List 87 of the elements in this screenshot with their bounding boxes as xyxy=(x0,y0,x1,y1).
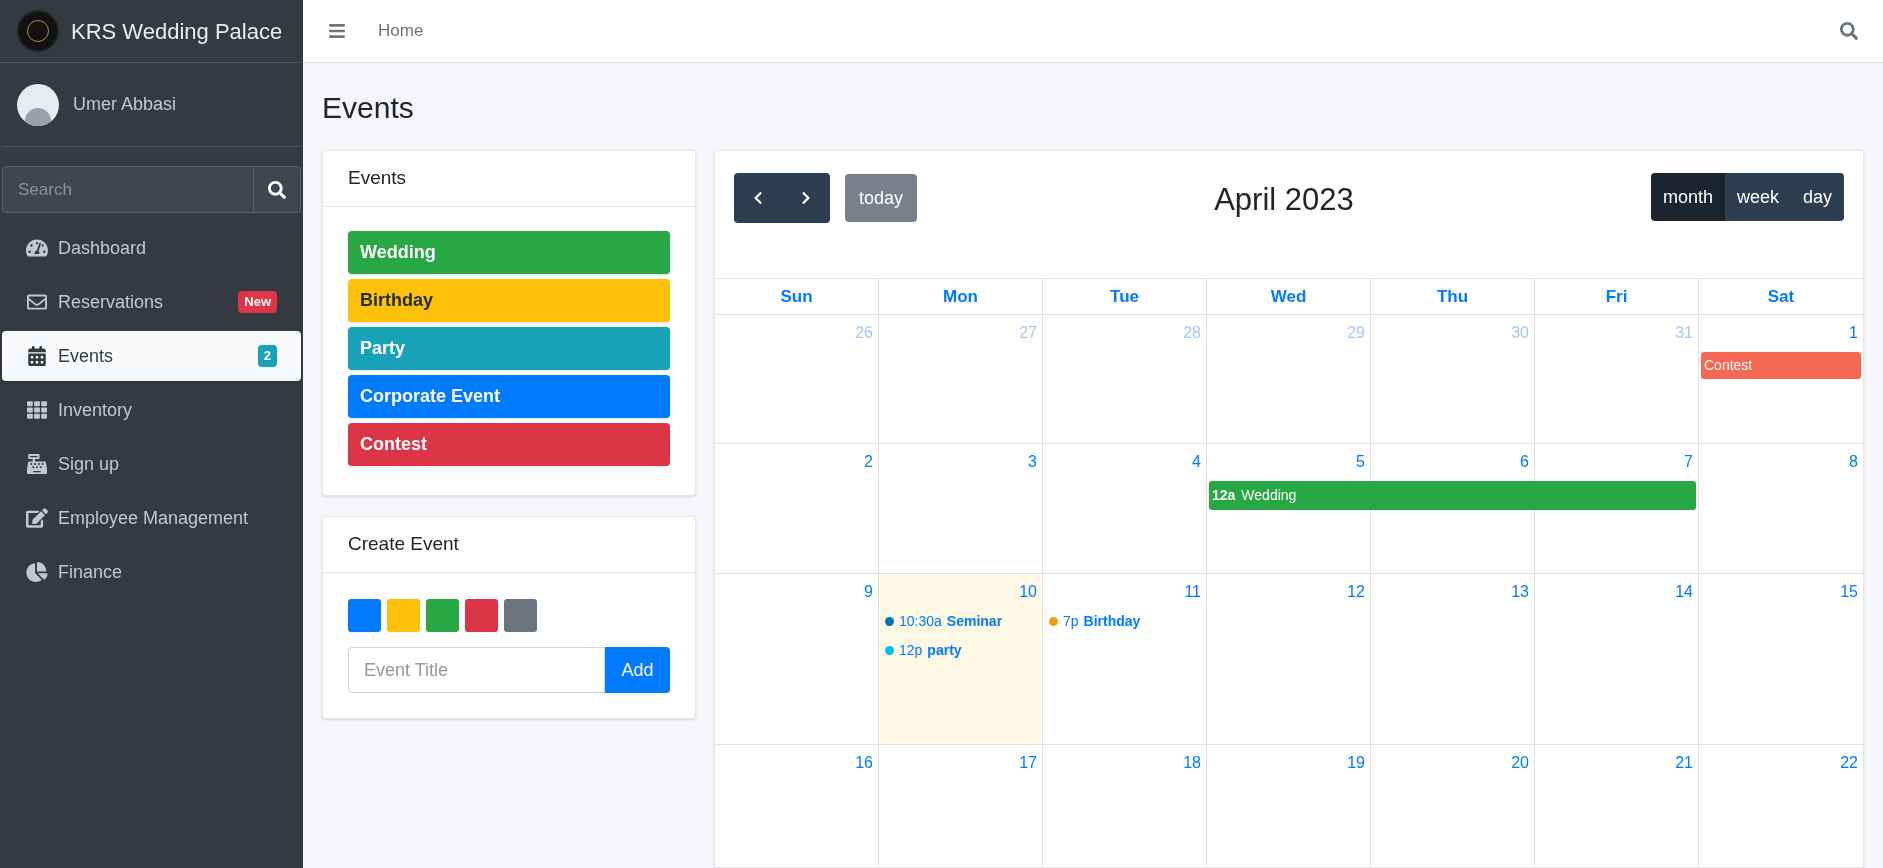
weekday-header: Fri xyxy=(1605,285,1628,308)
day-number[interactable]: 12 xyxy=(1347,580,1365,604)
color-swatch[interactable] xyxy=(465,599,498,632)
today-button[interactable]: today xyxy=(845,174,918,222)
search-icon xyxy=(268,180,286,199)
event-time: 12a xyxy=(1212,486,1236,505)
day-number[interactable]: 21 xyxy=(1675,751,1693,775)
day-number[interactable]: 20 xyxy=(1511,751,1529,775)
color-swatch[interactable] xyxy=(387,599,420,632)
nav-item[interactable]: Reservations New xyxy=(2,277,301,327)
brand-title[interactable]: KRS Wedding Palace xyxy=(71,14,283,48)
day-number[interactable]: 4 xyxy=(1192,450,1201,474)
draggable-event[interactable]: Contest xyxy=(348,423,670,466)
pie-chart-icon xyxy=(26,562,48,582)
weekday-header: Wed xyxy=(1270,285,1307,308)
draggable-event[interactable]: Birthday xyxy=(348,279,670,322)
day-number[interactable]: 15 xyxy=(1840,580,1858,604)
day-number[interactable]: 13 xyxy=(1511,580,1529,604)
calendar-event[interactable]: 12a Wedding xyxy=(1209,481,1696,510)
color-swatch[interactable] xyxy=(426,599,459,632)
envelope-icon xyxy=(26,292,48,312)
weekday-header: Tue xyxy=(1110,285,1139,308)
nav-badge: New xyxy=(238,291,277,313)
draggable-event[interactable]: Wedding xyxy=(348,231,670,274)
event-time: 10:30a xyxy=(899,612,942,631)
day-number[interactable]: 11 xyxy=(1184,580,1201,604)
day-number[interactable]: 8 xyxy=(1849,450,1858,474)
view-tab[interactable]: week xyxy=(1724,173,1791,221)
calendar-title: April 2023 xyxy=(1213,181,1355,219)
nav-item[interactable]: Dashboard xyxy=(2,223,301,273)
day-number[interactable]: 22 xyxy=(1840,751,1858,775)
previous-button[interactable] xyxy=(734,173,782,223)
nav-item[interactable]: Finance xyxy=(2,547,301,597)
search-button[interactable] xyxy=(254,166,301,213)
weekday-header: Sat xyxy=(1767,285,1795,308)
draggable-event[interactable]: Party xyxy=(348,327,670,370)
day-number[interactable]: 1 xyxy=(1849,321,1858,345)
next-button[interactable] xyxy=(782,173,830,223)
page-title: Events xyxy=(322,90,415,126)
calendar-icon xyxy=(26,346,48,366)
calendar-event[interactable]: Contest xyxy=(1701,352,1861,379)
nav-item[interactable]: Sign up xyxy=(2,439,301,489)
day-number[interactable]: 16 xyxy=(855,751,873,775)
add-button[interactable]: Add xyxy=(605,647,670,693)
logo-icon xyxy=(17,10,59,52)
view-tab[interactable]: day xyxy=(1790,173,1844,221)
day-number[interactable]: 3 xyxy=(1028,450,1037,474)
day-number[interactable]: 17 xyxy=(1019,751,1037,775)
search-field[interactable]: Search xyxy=(2,166,254,213)
edit-icon xyxy=(26,508,48,528)
user-name[interactable]: Umer Abbasi xyxy=(73,91,177,118)
avatar-icon xyxy=(17,83,59,126)
day-number[interactable]: 10 xyxy=(1019,580,1037,604)
nav-item[interactable]: Employee Management xyxy=(2,493,301,543)
gauge-icon xyxy=(26,238,48,258)
day-number[interactable]: 18 xyxy=(1183,751,1201,775)
nav-badge: 2 xyxy=(257,345,277,367)
day-number[interactable]: 5 xyxy=(1356,450,1365,474)
color-swatch[interactable] xyxy=(348,599,381,632)
nav-item[interactable]: Events 2 xyxy=(2,331,301,381)
day-number[interactable]: 7 xyxy=(1684,450,1693,474)
day-number[interactable]: 2 xyxy=(864,450,873,474)
weekday-header: Mon xyxy=(943,285,978,308)
draggable-event[interactable]: Corporate Event xyxy=(348,375,670,418)
color-swatch[interactable] xyxy=(504,599,537,632)
day-number[interactable]: 19 xyxy=(1347,751,1365,775)
day-number[interactable]: 14 xyxy=(1675,580,1693,604)
weekday-header: Sun xyxy=(780,285,813,308)
event-time: 7p xyxy=(1063,612,1079,631)
cash-register-icon xyxy=(26,454,48,474)
event-title[interactable]: Birthday xyxy=(1083,611,1141,632)
day-number[interactable]: 6 xyxy=(1520,450,1529,474)
menu-icon[interactable] xyxy=(328,22,346,40)
card-title: Events xyxy=(348,166,407,191)
day-number[interactable]: 9 xyxy=(864,580,873,604)
event-title-field[interactable]: Event Title xyxy=(348,647,605,693)
weekday-header: Thu xyxy=(1436,285,1469,308)
event-title: Wedding xyxy=(1241,486,1297,505)
event-time: 12p xyxy=(899,641,923,660)
grid-icon xyxy=(26,400,48,420)
event-title[interactable]: party xyxy=(927,640,962,661)
search-icon[interactable] xyxy=(1840,22,1858,40)
card-title: Create Event xyxy=(348,532,459,557)
home-link[interactable]: Home xyxy=(378,18,424,44)
event-title[interactable]: Seminar xyxy=(946,611,1003,632)
nav-item[interactable]: Inventory xyxy=(2,385,301,435)
view-tab[interactable]: month xyxy=(1650,173,1725,221)
